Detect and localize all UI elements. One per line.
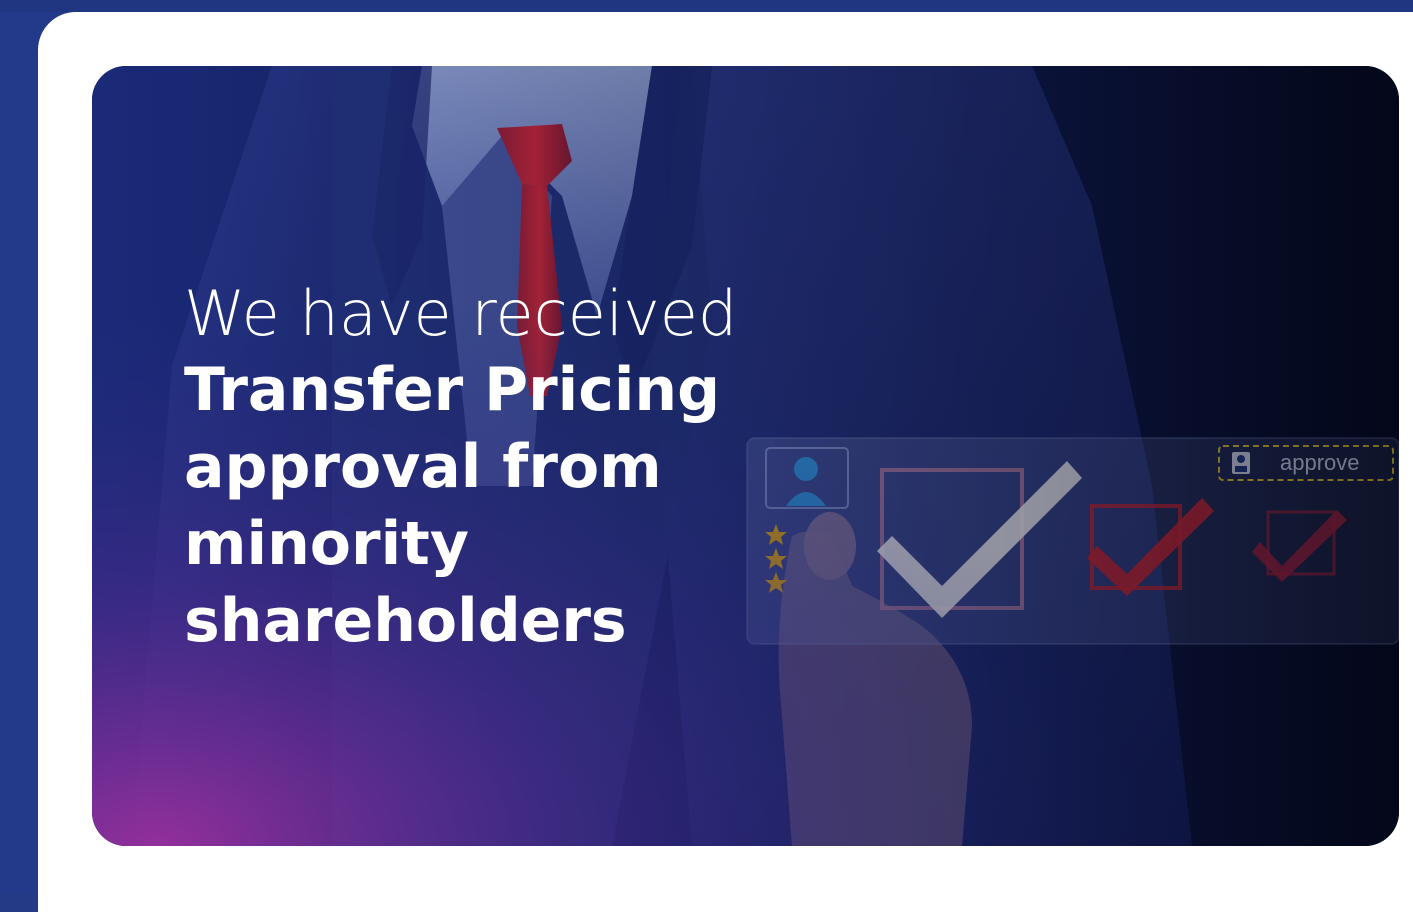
headline-line-5: shareholders (184, 586, 627, 656)
headline-line-4: minority (184, 509, 469, 579)
headline-line-1: We have received (184, 277, 738, 350)
headline-line-3: approval from (184, 432, 662, 502)
hero-image-panel: approve We have received Transfer Pricin… (92, 66, 1399, 846)
headline-line-2: Transfer Pricing (184, 355, 721, 425)
top-strip (0, 0, 1413, 12)
headline: We have received Transfer Pricing approv… (184, 276, 737, 660)
